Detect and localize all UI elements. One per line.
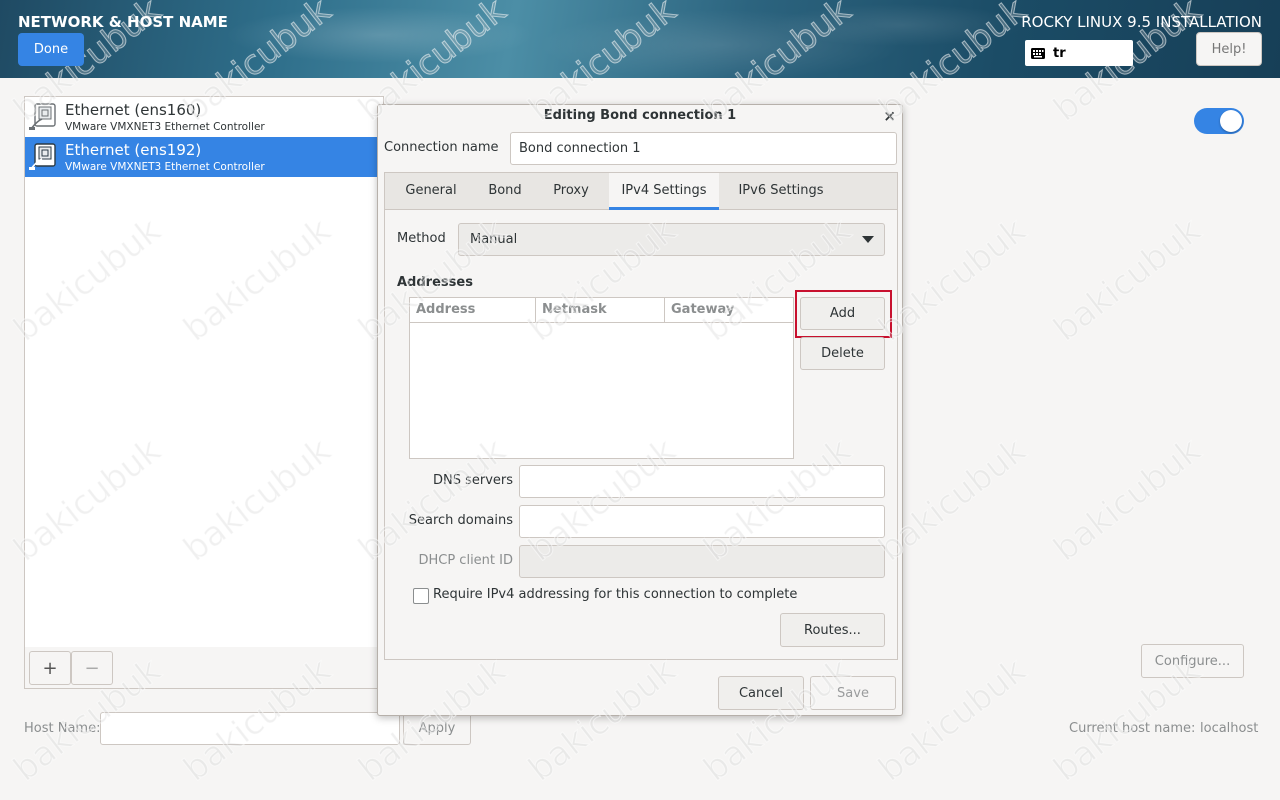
- remove-device-button[interactable]: −: [71, 651, 113, 685]
- search-domains-input[interactable]: [519, 505, 885, 538]
- connection-toggle-switch[interactable]: [1194, 108, 1244, 134]
- current-host-name-label: Current host name:: [1069, 721, 1196, 736]
- watermark-text: bakicubuk: [1046, 210, 1209, 350]
- host-name-label: Host Name:: [24, 721, 101, 736]
- method-select[interactable]: Manual: [458, 223, 885, 256]
- dns-servers-input[interactable]: [519, 465, 885, 498]
- column-netmask[interactable]: Netmask: [536, 298, 665, 323]
- apply-button[interactable]: Apply: [403, 712, 471, 745]
- connection-name-label: Connection name: [384, 140, 499, 155]
- page-title: NETWORK & HOST NAME: [18, 13, 228, 31]
- dropdown-arrow-icon: [862, 236, 874, 243]
- tab-bond[interactable]: Bond: [473, 173, 537, 210]
- installation-title: ROCKY LINUX 9.5 INSTALLATION: [1021, 13, 1262, 31]
- method-value: Manual: [470, 232, 518, 247]
- editing-connection-dialog: Editing Bond connection 1 × Connection n…: [377, 104, 903, 716]
- require-ipv4-label[interactable]: Require IPv4 addressing for this connect…: [433, 587, 797, 602]
- cancel-button[interactable]: Cancel: [718, 676, 804, 710]
- device-description: VMware VMXNET3 Ethernet Controller: [65, 121, 265, 133]
- tab-ipv6-settings[interactable]: IPv6 Settings: [725, 173, 837, 210]
- column-address[interactable]: Address: [410, 298, 536, 323]
- device-description: VMware VMXNET3 Ethernet Controller: [65, 161, 265, 173]
- keyboard-layout-indicator[interactable]: tr: [1025, 40, 1133, 66]
- tab-general[interactable]: General: [391, 173, 471, 210]
- host-name-input[interactable]: [100, 712, 400, 745]
- tab-ipv4-settings[interactable]: IPv4 Settings: [609, 173, 719, 210]
- addresses-table-header: Address Netmask Gateway: [410, 298, 793, 323]
- device-item-ens160[interactable]: Ethernet (ens160) VMware VMXNET3 Etherne…: [25, 97, 383, 137]
- dhcp-client-id-input[interactable]: [519, 545, 885, 578]
- device-name: Ethernet (ens160): [65, 101, 202, 119]
- ethernet-icon: [29, 143, 59, 175]
- tab-proxy[interactable]: Proxy: [539, 173, 603, 210]
- require-ipv4-checkbox[interactable]: [413, 588, 429, 604]
- device-item-ens192[interactable]: Ethernet (ens192) VMware VMXNET3 Etherne…: [25, 137, 383, 177]
- watermark-text: bakicubuk: [1046, 430, 1209, 570]
- dialog-titlebar: Editing Bond connection 1 ×: [378, 105, 902, 127]
- connection-name-input[interactable]: Bond connection 1: [510, 132, 897, 165]
- add-address-button[interactable]: Add: [800, 297, 885, 330]
- toggle-knob: [1220, 110, 1242, 132]
- delete-address-button[interactable]: Delete: [800, 337, 885, 370]
- routes-button[interactable]: Routes...: [780, 613, 885, 647]
- column-gateway[interactable]: Gateway: [665, 298, 795, 323]
- configure-button[interactable]: Configure...: [1141, 644, 1244, 678]
- method-label: Method: [397, 231, 446, 246]
- help-button[interactable]: Help!: [1196, 32, 1262, 66]
- addresses-table[interactable]: Address Netmask Gateway: [409, 297, 794, 459]
- dhcp-client-id-label: DHCP client ID: [418, 553, 513, 568]
- close-icon[interactable]: ×: [883, 107, 896, 125]
- save-button[interactable]: Save: [810, 676, 896, 710]
- dialog-title: Editing Bond connection 1: [543, 108, 737, 123]
- device-name: Ethernet (ens192): [65, 141, 202, 159]
- done-button[interactable]: Done: [18, 33, 84, 66]
- current-host-name-value: localhost: [1200, 721, 1259, 736]
- settings-notebook: General Bond Proxy IPv4 Settings IPv6 Se…: [384, 172, 898, 660]
- add-device-button[interactable]: +: [29, 651, 71, 685]
- device-list-toolbar: + −: [24, 647, 384, 689]
- keyboard-layout-value: tr: [1053, 45, 1066, 61]
- ethernet-icon: [29, 103, 59, 135]
- network-device-list: Ethernet (ens160) VMware VMXNET3 Etherne…: [24, 96, 384, 648]
- search-domains-label: Search domains: [408, 513, 513, 528]
- dns-servers-label: DNS servers: [432, 473, 513, 488]
- tab-bar: General Bond Proxy IPv4 Settings IPv6 Se…: [385, 173, 897, 210]
- keyboard-icon: [1031, 47, 1045, 59]
- top-header: NETWORK & HOST NAME Done ROCKY LINUX 9.5…: [0, 0, 1280, 78]
- addresses-heading: Addresses: [397, 275, 473, 290]
